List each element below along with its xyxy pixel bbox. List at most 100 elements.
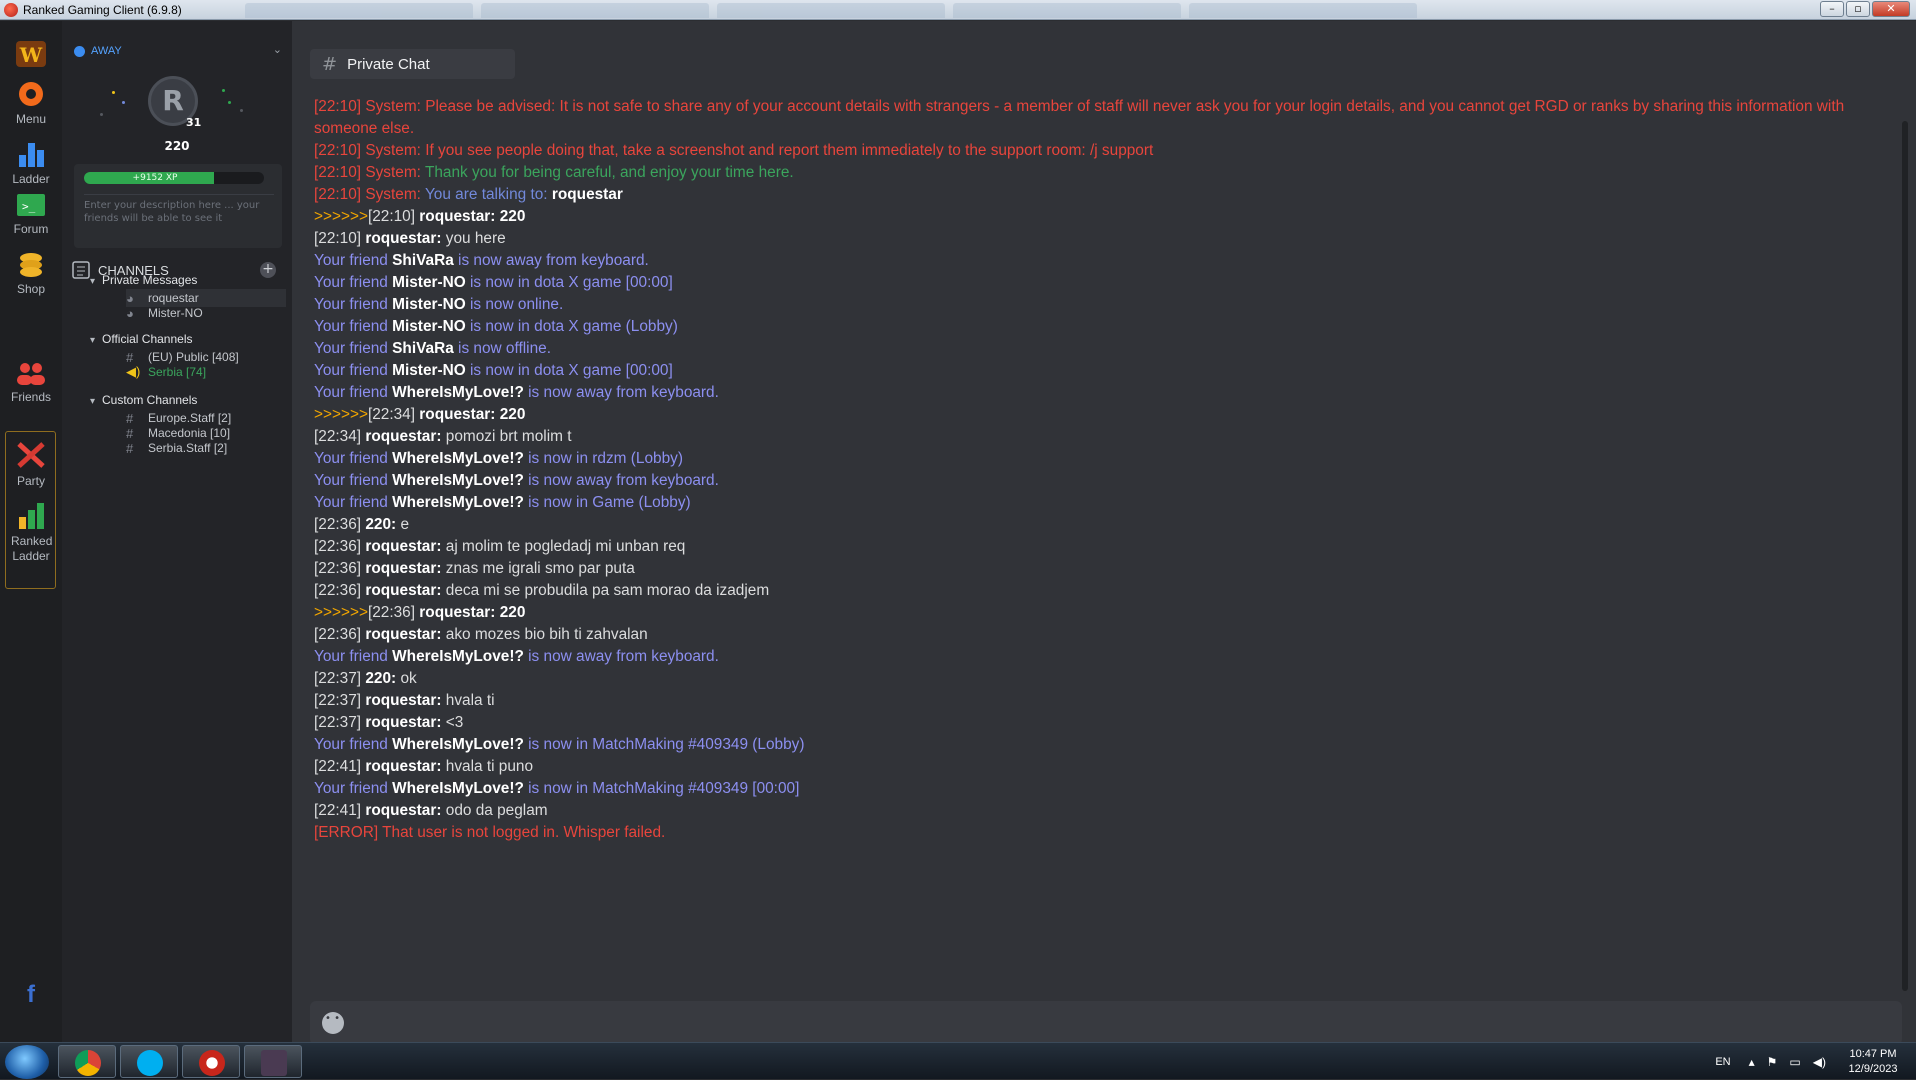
message-username: roquestar:	[365, 758, 442, 775]
chat-message: Your friend WhereIsMyLove!? is now away …	[314, 470, 1904, 492]
add-channel-button[interactable]: +	[260, 262, 276, 278]
message-timestamp: [22:10] System:	[314, 164, 421, 181]
rail-shop[interactable]: Shop	[0, 251, 62, 296]
rail-ladder[interactable]: Ladder	[0, 139, 62, 186]
message-username: 220:	[365, 670, 397, 687]
level-badge: 31	[186, 116, 202, 129]
rail-friends[interactable]: Friends	[0, 361, 62, 404]
window-title: Ranked Gaming Client (6.9.8)	[23, 2, 182, 17]
message-timestamp: [22:41]	[314, 802, 362, 819]
description-field[interactable]: Enter your description here ... your fri…	[84, 194, 274, 224]
clock[interactable]: 10:47 PM 12/9/2023	[1838, 1047, 1908, 1077]
start-button[interactable]	[5, 1045, 49, 1079]
channel-item-label: Serbia.Staff [2]	[148, 441, 228, 455]
chevron-down-icon[interactable]: ▾	[90, 396, 102, 407]
message-text: If you see people doing that, take a scr…	[425, 142, 1154, 159]
minimize-button[interactable]: –	[1820, 1, 1844, 17]
friend-prefix: Your friend	[314, 318, 388, 335]
message-timestamp: [22:10] System:	[314, 186, 421, 203]
chat-message: [22:34] roquestar: pomozi brt molim t	[314, 426, 1904, 448]
rail-menu-label: Menu	[15, 112, 47, 126]
channel-item-label: (EU) Public [408]	[148, 350, 239, 364]
language-indicator[interactable]: EN	[1715, 1056, 1730, 1068]
whisper-arrow: >>>>>>	[314, 604, 368, 621]
chevron-down-icon[interactable]: ⌄	[273, 43, 282, 56]
friend-name: WhereIsMyLove!?	[392, 450, 524, 467]
message-username: roquestar:	[419, 406, 496, 423]
channel-group-label: Official Channels	[102, 332, 193, 346]
chevron-down-icon[interactable]: ▾	[90, 335, 102, 346]
channel-group[interactable]: ▾ Official Channels	[90, 332, 193, 346]
chat-message: [22:36] roquestar: aj molim te pogledadj…	[314, 536, 1904, 558]
chat-message: [22:37] roquestar: hvala ti	[314, 690, 1904, 712]
profile-card: +9152 XP Enter your description here ...…	[74, 164, 282, 248]
message-username: roquestar:	[365, 560, 442, 577]
status-selector[interactable]: AWAY ⌄	[74, 43, 284, 59]
xp-progress-bar: +9152 XP	[84, 172, 264, 184]
friend-status-text: is now offline.	[458, 340, 551, 357]
skype-icon	[137, 1050, 163, 1076]
friend-name: WhereIsMyLove!?	[392, 472, 524, 489]
status-label: AWAY	[91, 45, 122, 57]
message-text: <3	[445, 714, 464, 731]
message-text: hvala ti puno	[445, 758, 534, 775]
rail-friends-label: Friends	[10, 390, 51, 404]
friend-status-text: is now in dota X game [00:00]	[469, 362, 673, 379]
chevron-up-icon[interactable]: ▴	[1749, 1055, 1755, 1069]
message-list: [22:10] System: Please be advised: It is…	[314, 96, 1904, 844]
close-button[interactable]: ✕	[1872, 1, 1910, 17]
coins-icon	[20, 253, 42, 277]
chevron-down-icon[interactable]: ▾	[90, 276, 102, 287]
taskbar-chrome[interactable]	[58, 1045, 116, 1078]
emoji-icon[interactable]	[322, 1012, 344, 1034]
channel-group[interactable]: ▾ Private Messages	[90, 273, 197, 287]
message-text: e	[400, 516, 410, 533]
ranked-bars-icon	[19, 503, 44, 529]
channel-item[interactable]: ◀) Serbia [74]	[126, 363, 286, 381]
channel-item[interactable]: # Serbia.Staff [2]	[126, 439, 286, 457]
channel-group[interactable]: ▾ Custom Channels	[90, 393, 197, 407]
rail-forum[interactable]: >_ Forum	[0, 193, 62, 236]
taskbar-skype[interactable]	[120, 1045, 178, 1078]
rail-forum-label: Forum	[13, 222, 49, 236]
chat-message: Your friend WhereIsMyLove!? is now in Ma…	[314, 734, 1904, 756]
friend-name: Mister-NO	[392, 318, 466, 335]
rail-party[interactable]: Party	[0, 439, 62, 488]
message-username: roquestar:	[365, 802, 442, 819]
rail-menu[interactable]: Menu	[0, 79, 62, 126]
chat-message: [22:36] roquestar: znas me igrali smo pa…	[314, 558, 1904, 580]
tab-private-chat[interactable]: # Private Chat	[310, 49, 515, 79]
taskbar-rgc[interactable]	[182, 1045, 240, 1078]
friend-prefix: Your friend	[314, 648, 388, 665]
svg-text:W: W	[19, 43, 43, 67]
taskbar-warcraft[interactable]	[244, 1045, 302, 1078]
flag-icon[interactable]: ⚑	[1767, 1055, 1778, 1069]
rail-party-label: Party	[16, 474, 45, 488]
message-timestamp: [22:41]	[314, 758, 362, 775]
chat-message: [22:37] 220: ok	[314, 668, 1904, 690]
message-username: roquestar:	[419, 604, 496, 621]
volume-icon[interactable]: ◀)	[1813, 1055, 1826, 1069]
left-navigation-rail: W Menu Ladder >_ Forum Shop Friends Part…	[0, 21, 62, 1042]
chat-message: Your friend ShiVaRa is now away from key…	[314, 250, 1904, 272]
maximize-button[interactable]: ▫	[1846, 1, 1870, 17]
friend-name: WhereIsMyLove!?	[392, 780, 524, 797]
facebook-link[interactable]: f	[0, 981, 62, 1009]
chat-message: Your friend Mister-NO is now in dota X g…	[314, 316, 1904, 338]
chat-message: [22:10] System: Thank you for being care…	[314, 162, 1904, 184]
chat-message: [22:36] 220: e	[314, 514, 1904, 536]
rail-ranked-ladder[interactable]: Ranked Ladder	[0, 501, 62, 564]
message-timestamp: [22:36]	[314, 538, 362, 555]
profile-username: 220	[164, 139, 190, 153]
wc3-logo[interactable]: W	[0, 39, 62, 72]
friend-name: ShiVaRa	[392, 252, 454, 269]
chat-message: Your friend WhereIsMyLove!? is now in rd…	[314, 448, 1904, 470]
friend-status-text: is now away from keyboard.	[528, 472, 719, 489]
message-input[interactable]	[310, 1001, 1902, 1045]
chat-message: Your friend Mister-NO is now online.	[314, 294, 1904, 316]
scrollbar[interactable]	[1902, 121, 1908, 991]
message-username: roquestar:	[365, 626, 442, 643]
network-icon[interactable]: ▭	[1789, 1055, 1800, 1069]
message-text: you here	[445, 230, 506, 247]
channel-item[interactable]: ◕ Mister-NO	[126, 304, 286, 322]
